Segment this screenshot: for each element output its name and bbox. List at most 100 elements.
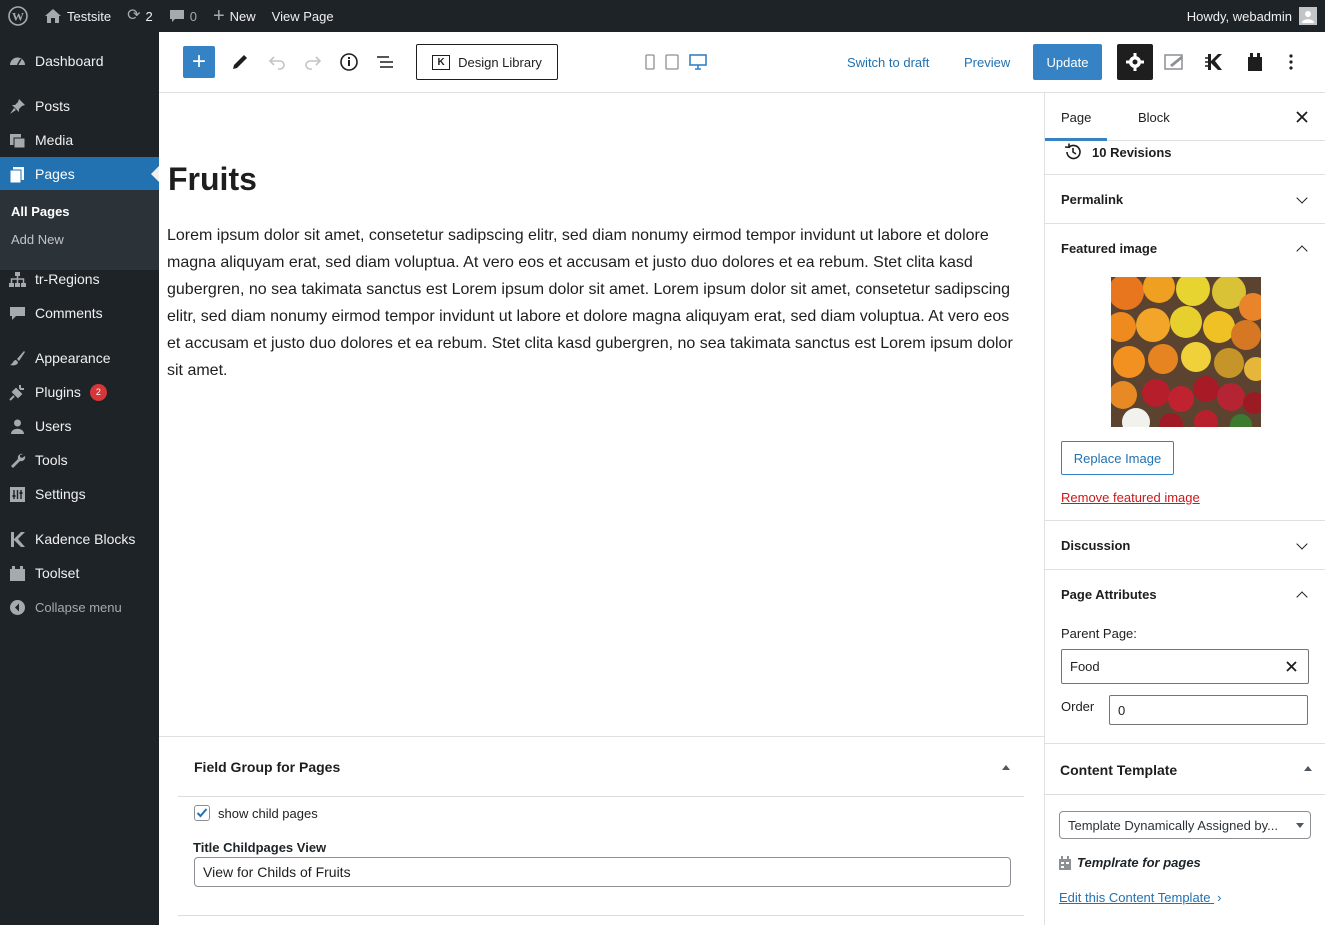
content-template-header[interactable]: Content Template: [1045, 744, 1325, 795]
edit-content-template-link[interactable]: Edit this Content Template ›: [1059, 890, 1221, 905]
discussion-heading: Discussion: [1061, 538, 1131, 553]
sidebar-item-tools[interactable]: Tools: [0, 443, 159, 477]
avatar-icon: [1302, 11, 1314, 23]
editor-toolbar: + K Design Library Switch to draft Previ…: [159, 32, 1325, 93]
paragraph-block[interactable]: Lorem ipsum dolor sit amet, consetetur s…: [167, 222, 1017, 384]
updates-link[interactable]: ⟳ 2: [119, 0, 161, 32]
kadence-settings-button[interactable]: [1161, 48, 1189, 76]
sidebar-item-label: Dashboard: [35, 53, 104, 69]
site-name: Testsite: [67, 8, 112, 24]
more-options-button[interactable]: [1277, 48, 1305, 76]
new-label: New: [229, 8, 256, 24]
show-child-pages-row: show child pages: [194, 805, 318, 821]
featured-image-thumbnail[interactable]: [1111, 277, 1261, 427]
plugin-icon: [9, 384, 26, 401]
sidebar-item-comments[interactable]: Comments: [0, 296, 159, 330]
revisions-row: 10 Revisions: [1063, 142, 1172, 162]
chevron-up-icon[interactable]: [1296, 591, 1308, 603]
plugins-update-badge: 2: [89, 383, 107, 401]
metabox-header[interactable]: Field Group for Pages: [178, 737, 1024, 797]
details-button[interactable]: [335, 48, 363, 76]
comments-count: 0: [189, 8, 197, 24]
revisions-panel[interactable]: 10 Revisions: [1045, 141, 1325, 175]
design-library-button[interactable]: K Design Library: [416, 44, 558, 80]
preview-tablet-button[interactable]: [663, 53, 681, 71]
discussion-panel[interactable]: Discussion: [1045, 521, 1325, 570]
sidebar-item-tr-regions[interactable]: tr-Regions: [0, 262, 159, 296]
page-attributes-heading[interactable]: Page Attributes: [1061, 587, 1157, 602]
close-sidebar-button[interactable]: [1292, 107, 1312, 127]
preview-button[interactable]: Preview: [964, 44, 1010, 80]
sidebar-item-posts[interactable]: Posts: [0, 89, 159, 123]
howdy-text: Howdy, webadmin: [1186, 8, 1292, 24]
show-child-pages-checkbox[interactable]: [194, 805, 210, 821]
sidebar-item-media[interactable]: Media: [0, 123, 159, 157]
sidebar-item-toolset[interactable]: Toolset: [0, 556, 159, 590]
new-content-link[interactable]: + New: [205, 0, 264, 32]
settings-sidebar: Page Block 10 Revisions Permalink Featur…: [1044, 93, 1325, 925]
preview-mobile-button[interactable]: [643, 53, 657, 71]
kadence-blocks-button[interactable]: [1201, 48, 1229, 76]
site-name-link[interactable]: Testsite: [36, 0, 119, 32]
collapse-menu-button[interactable]: Collapse menu: [0, 590, 159, 624]
title-childpages-input[interactable]: View for Childs of Fruits: [194, 857, 1011, 887]
tab-block[interactable]: Block: [1122, 93, 1186, 141]
sidebar-item-users[interactable]: Users: [0, 409, 159, 443]
remove-featured-image-link[interactable]: Remove featured image: [1061, 490, 1200, 505]
plus-icon: +: [191, 48, 206, 75]
metabox-title: Field Group for Pages: [194, 758, 341, 775]
comments-link[interactable]: 0: [161, 0, 205, 32]
order-value: 0: [1118, 702, 1126, 718]
sidebar-item-pages[interactable]: Pages: [0, 157, 159, 191]
wordpress-logo[interactable]: W: [0, 0, 36, 32]
sidebar-item-label: Tools: [35, 452, 68, 468]
switch-to-draft-button[interactable]: Switch to draft: [847, 44, 929, 80]
add-block-button[interactable]: +: [183, 46, 215, 78]
template-select-value: Template Dynamically Assigned by...: [1068, 817, 1279, 833]
preview-desktop-button[interactable]: [687, 52, 709, 72]
fruit-photo-image: [1111, 277, 1261, 427]
submenu-all-pages[interactable]: All Pages: [11, 204, 70, 219]
sidebar-item-label: Toolset: [35, 565, 80, 581]
sidebar-item-plugins[interactable]: Plugins 2: [0, 375, 159, 409]
collapse-arrow-icon[interactable]: [1002, 765, 1010, 770]
avatar: [1299, 7, 1317, 25]
sidebar-item-label: Appearance: [35, 350, 111, 366]
account-menu[interactable]: Howdy, webadmin: [1187, 7, 1325, 25]
undo-button[interactable]: [263, 48, 291, 76]
list-view-button[interactable]: [371, 48, 399, 76]
replace-image-button[interactable]: Replace Image: [1061, 441, 1174, 475]
kadence-icon: [9, 531, 26, 548]
collapse-menu-label: Collapse menu: [35, 599, 122, 615]
order-input[interactable]: 0: [1109, 695, 1308, 725]
select-arrow-icon: [1296, 823, 1304, 828]
tab-page[interactable]: Page: [1045, 93, 1107, 141]
toolset-button[interactable]: [1241, 48, 1269, 76]
sidebar-item-appearance[interactable]: Appearance: [0, 341, 159, 375]
divider: [178, 915, 1024, 916]
featured-image-heading[interactable]: Featured image: [1061, 241, 1157, 256]
sidebar-item-kadence-blocks[interactable]: Kadence Blocks: [0, 522, 159, 556]
parent-page-combobox[interactable]: Food: [1061, 649, 1309, 684]
clear-icon[interactable]: [1286, 661, 1297, 672]
permalink-panel[interactable]: Permalink: [1045, 175, 1325, 224]
chevron-up-icon[interactable]: [1296, 245, 1308, 257]
collapse-arrow-icon[interactable]: [1304, 766, 1312, 771]
tab-block-label: Block: [1138, 109, 1170, 125]
redo-button[interactable]: [299, 48, 327, 76]
sidebar-item-dashboard[interactable]: Dashboard: [0, 44, 159, 78]
sidebar-item-label: Kadence Blocks: [35, 531, 136, 547]
template-name: Templrate for pages: [1077, 855, 1201, 870]
chevron-down-icon: [1296, 538, 1308, 550]
tools-button[interactable]: [226, 48, 254, 76]
content-template-select[interactable]: Template Dynamically Assigned by...: [1059, 811, 1311, 839]
submenu-add-new[interactable]: Add New: [11, 232, 64, 247]
sidebar-item-settings[interactable]: Settings: [0, 477, 159, 511]
chevron-right-icon: ›: [1217, 890, 1222, 905]
preview-label: Preview: [964, 54, 1011, 70]
view-page-link[interactable]: View Page: [264, 0, 342, 32]
update-button[interactable]: Update: [1033, 44, 1102, 80]
post-title[interactable]: Fruits: [168, 161, 257, 198]
page-attributes-panel: Page Attributes Parent Page: Food Order …: [1045, 570, 1325, 744]
settings-toggle-button[interactable]: [1117, 44, 1153, 80]
